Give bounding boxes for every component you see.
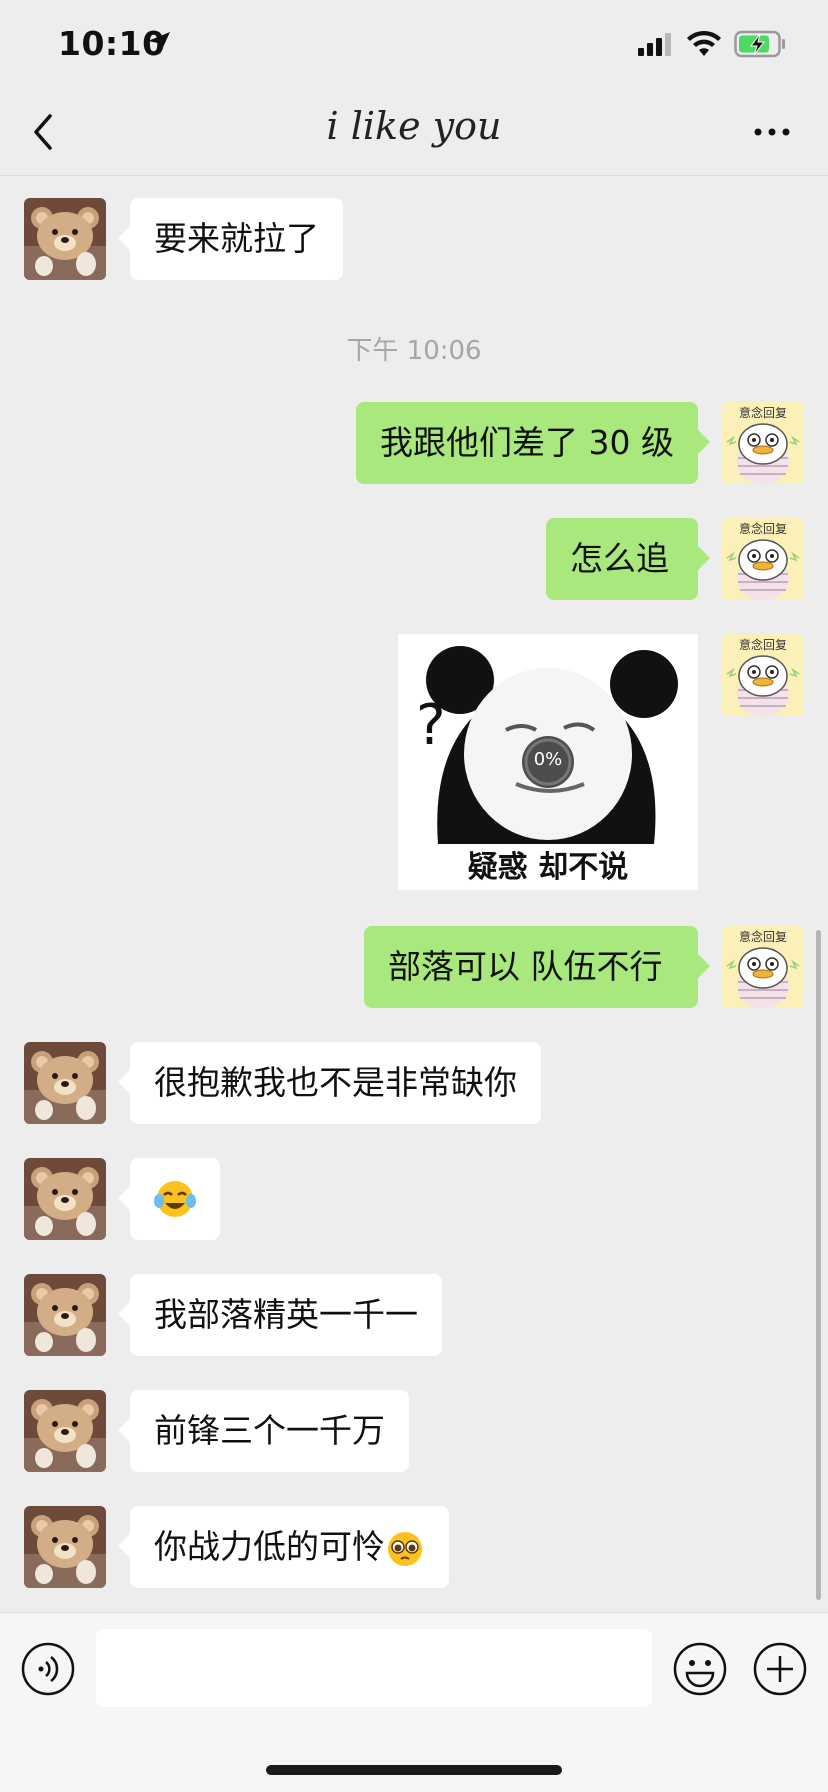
download-progress: 0% [533,749,563,770]
plus-icon[interactable] [752,1641,808,1697]
chevron-left-icon[interactable] [28,110,58,154]
status-bar: 10:10 [0,0,828,90]
crying-laughing-emoji [154,1181,196,1217]
message-bubble[interactable]: 怎么追 [546,518,710,600]
friend-avatar[interactable] [24,1390,106,1472]
message-timestamp: 下午 10:06 [346,336,482,366]
wifi-icon [687,30,721,56]
my-avatar[interactable] [722,518,804,600]
friend-avatar[interactable] [24,1042,106,1124]
friend-avatar[interactable] [24,198,106,280]
chat-title: i like you [326,104,502,148]
voice-icon[interactable] [20,1641,76,1697]
scrollbar[interactable] [816,930,821,1600]
svg-text:?: ? [416,693,446,758]
message-input[interactable] [96,1629,652,1707]
message-bubble[interactable]: 很抱歉我也不是非常缺你 [118,1042,541,1124]
message-bubble[interactable]: 你战力低的可怜 [118,1506,449,1588]
message-bubble[interactable]: 要来就拉了 [118,198,343,280]
home-indicator [266,1765,562,1775]
friend-avatar[interactable] [24,1274,106,1356]
battery-charging-icon [734,30,785,58]
sticker-caption: 疑惑 却不说 [467,850,629,885]
message-bubble[interactable]: 部落可以 队伍不行 [364,926,710,1008]
location-arrow-icon [148,32,170,54]
emoji-icon[interactable] [672,1641,728,1697]
message-bubble[interactable]: 我跟他们差了 30 级 [356,402,710,484]
message-bubble[interactable]: 前锋三个一千万 [118,1390,409,1472]
pleading-face-emoji [388,1531,422,1566]
message-text: 你战力低的可怜 [154,1527,385,1566]
my-avatar[interactable] [722,926,804,1008]
message-bubble[interactable]: 我部落精英一千一 [118,1274,442,1356]
sticker-image[interactable]: ? 0% 疑惑 却不说 [398,634,698,890]
my-avatar[interactable] [722,634,804,716]
more-dots-icon[interactable] [750,118,794,146]
my-avatar[interactable] [722,402,804,484]
nav-bar: i like you [0,90,828,176]
friend-avatar[interactable] [24,1158,106,1240]
cellular-signal-icon [638,33,671,56]
message-bubble[interactable] [118,1158,220,1240]
friend-avatar[interactable] [24,1506,106,1588]
input-bar [0,1612,828,1792]
